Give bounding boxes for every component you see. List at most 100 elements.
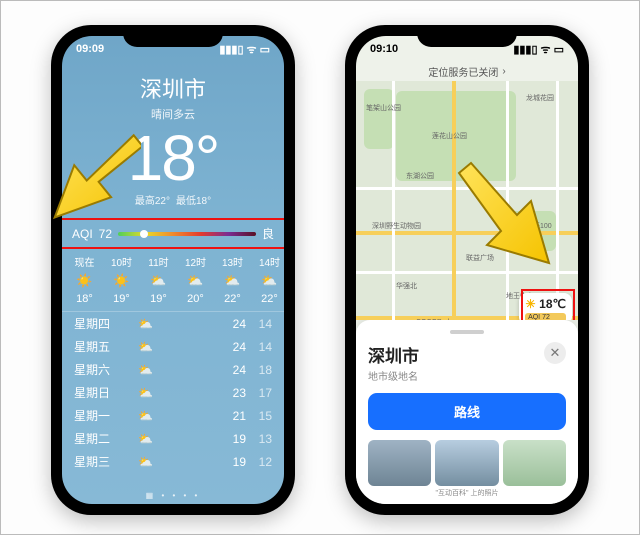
wifi-icon: ᯤ [247, 42, 257, 57]
aqi-gradient-bar [118, 232, 256, 236]
poi-label[interactable]: 联益广场 [466, 253, 494, 263]
day-low: 13 [246, 432, 272, 446]
badge-aqi: AQI 72 [525, 313, 566, 320]
daily-forecast[interactable]: 星期四⛅2414星期五⛅2414星期六⛅2418星期日⛅2317星期一⛅2115… [62, 312, 284, 487]
day-name: 星期五 [74, 338, 128, 355]
weather-icon: ⛅ [128, 455, 220, 469]
status-icons: ▮▮▮▯ ᯤ ▭ [219, 42, 270, 57]
place-sheet[interactable]: 深圳市 地市级地名 ✕ 路线 "互动百科" 上的照片 [356, 320, 578, 504]
hour-cell: 12时⛅20° [177, 254, 214, 305]
sun-icon: ☀︎ [525, 297, 536, 311]
weather-badge[interactable]: ☀︎ 18℃ AQI 72 [519, 293, 572, 320]
hour-temp: 19° [150, 293, 167, 305]
weather-icon: ⛅ [187, 273, 203, 289]
close-icon: ✕ [550, 345, 561, 361]
hour-temp: 22° [261, 293, 278, 305]
high-temp: 最高22° [135, 192, 170, 207]
weather-icon: ⛅ [128, 340, 220, 354]
day-name: 星期二 [74, 430, 128, 447]
weather-icon: ⛅ [128, 386, 220, 400]
hour-time: 14时 [259, 254, 280, 269]
hourly-forecast[interactable]: 现在☀️18°10时☀️19°11时⛅19°12时⛅20°13时⛅22°14时⛅… [62, 248, 284, 312]
day-high: 24 [220, 340, 246, 354]
place-subtitle: 地市级地名 [368, 368, 419, 383]
day-low: 14 [246, 317, 272, 331]
weather-icon: ⛅ [128, 363, 220, 377]
condition: 晴间多云 [62, 106, 284, 122]
day-name: 星期日 [74, 384, 128, 401]
photo-thumb[interactable] [503, 440, 566, 486]
status-icons: ▮▮▮▯ ᯤ ▭ [513, 42, 564, 57]
battery-icon: ▭ [260, 43, 270, 56]
day-high: 24 [220, 317, 246, 331]
hour-time: 13时 [222, 254, 243, 269]
signal-icon: ▮▮▮▯ [219, 43, 243, 56]
poi-label[interactable]: 京基100 [526, 221, 552, 231]
hour-cell: 现在☀️18° [66, 254, 103, 305]
day-row: 星期五⛅2414 [62, 335, 284, 358]
hour-temp: 20° [187, 293, 204, 305]
weather-icon: ⛅ [261, 273, 277, 289]
signal-icon: ▮▮▮▯ [513, 43, 537, 56]
route-button[interactable]: 路线 [368, 393, 566, 430]
weather-icon: ⛅ [224, 273, 240, 289]
day-name: 星期六 [74, 361, 128, 378]
weather-icon: ☀️ [76, 273, 92, 289]
aqi-row[interactable]: AQI 72 良 [62, 219, 284, 248]
day-name: 星期三 [74, 453, 128, 470]
phone-right: 09:10 ▮▮▮▯ ᯤ ▭ 定位服务已关闭 › [345, 25, 589, 515]
day-row: 星期一⛅2115 [62, 404, 284, 427]
poi-label[interactable]: 龙城花园 [526, 93, 554, 103]
phone-left: 09:09 ▮▮▮▯ ᯤ ▭ 深圳市 晴间多云 18° 最高22° 最低18° [51, 25, 295, 515]
day-name: 星期一 [74, 407, 128, 424]
day-row: 星期四⛅2414 [62, 312, 284, 335]
poi-label[interactable]: 东湖公园 [406, 171, 434, 181]
place-title: 深圳市 [368, 342, 419, 367]
photo-thumbs[interactable] [368, 440, 566, 486]
map-canvas[interactable]: 莲花山公园 笔架山公园 龙城花园 东湖公园 深圳野生动物园 联益广场 华强北 地… [356, 81, 578, 320]
city-name: 深圳市 [62, 72, 284, 104]
sheet-grabber[interactable] [450, 330, 484, 334]
hour-temp: 22° [224, 293, 241, 305]
notch-left [123, 25, 223, 47]
clock: 09:10 [370, 43, 398, 55]
weather-icon: ⛅ [128, 317, 220, 331]
high-low: 最高22° 最低18° [62, 192, 284, 207]
photo-credit: "互动百科" 上的照片 [368, 488, 566, 498]
day-row: 星期日⛅2317 [62, 381, 284, 404]
aqi-value: 72 [99, 227, 112, 241]
day-high: 21 [220, 409, 246, 423]
day-row: 星期六⛅2418 [62, 358, 284, 381]
hour-temp: 19° [113, 293, 130, 305]
poi-label[interactable]: 笔架山公园 [366, 103, 401, 113]
day-low: 17 [246, 386, 272, 400]
photo-thumb[interactable] [368, 440, 431, 486]
poi-label[interactable]: 华强北 [396, 281, 417, 291]
weather-icon: ☀️ [113, 273, 129, 289]
photo-thumb[interactable] [435, 440, 498, 486]
close-button[interactable]: ✕ [544, 342, 566, 364]
day-high: 23 [220, 386, 246, 400]
clock: 09:09 [76, 43, 104, 55]
day-row: 星期三⛅1912 [62, 450, 284, 473]
aqi-grade: 良 [262, 225, 274, 242]
day-low: 15 [246, 409, 272, 423]
location-notice[interactable]: 定位服务已关闭 › [356, 62, 578, 81]
poi-label[interactable]: 深圳野生动物园 [372, 221, 421, 231]
hour-time: 现在 [75, 254, 95, 269]
day-low: 14 [246, 340, 272, 354]
hour-cell: 13时 ⛅ 22° [214, 254, 251, 305]
hour-time: 10时 [111, 254, 132, 269]
hour-cell: 14时 ⛅ 22° [251, 254, 284, 305]
day-high: 24 [220, 363, 246, 377]
weather-icon: ⛅ [150, 273, 166, 289]
battery-icon: ▭ [554, 43, 564, 56]
notch-right [417, 25, 517, 47]
poi-label[interactable]: COCOPark [416, 319, 451, 320]
poi-label[interactable]: 莲花山公园 [432, 131, 467, 141]
aqi-label: AQI [72, 227, 93, 241]
page-dots[interactable]: ▦ • • • • [62, 487, 284, 504]
day-name: 星期四 [74, 315, 128, 332]
weather-icon: ⛅ [128, 409, 220, 423]
current-temp: 18° [62, 126, 284, 190]
